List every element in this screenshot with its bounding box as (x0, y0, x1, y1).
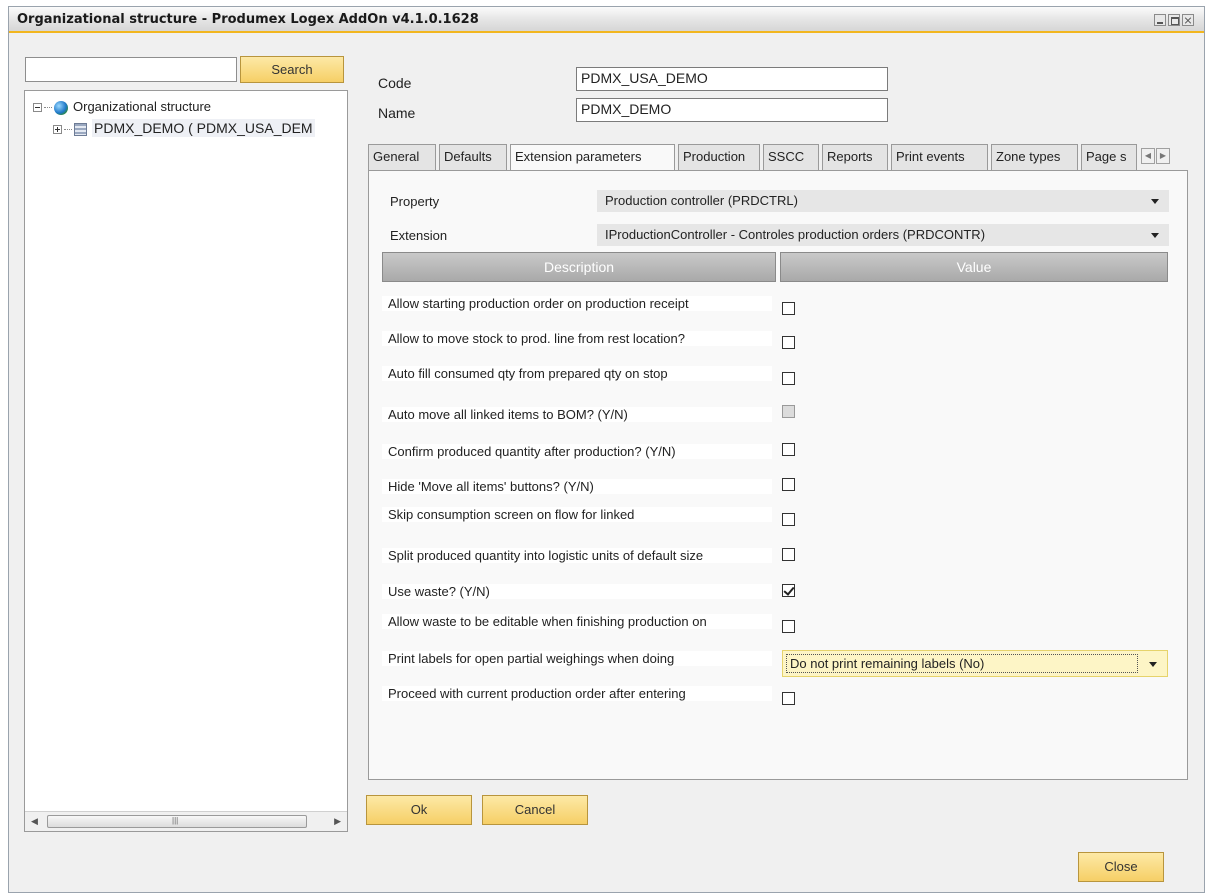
row-checkbox[interactable] (782, 513, 795, 526)
code-label: Code (378, 75, 412, 91)
scroll-right-icon[interactable]: ▶ (334, 816, 341, 827)
title-bar[interactable]: Organizational structure - Produmex Loge… (9, 7, 1204, 33)
extension-label: Extension (390, 228, 448, 243)
ok-button[interactable]: Ok (366, 795, 472, 825)
code-field[interactable]: PDMX_USA_DEMO (576, 67, 888, 91)
tree-child-label: PDMX_DEMO ( PDMX_USA_DEM (92, 119, 315, 137)
close-button[interactable]: Close (1078, 852, 1164, 882)
row-checkbox[interactable] (782, 478, 795, 491)
tree-node-root[interactable]: Organizational structure (33, 99, 211, 115)
close-window-icon[interactable] (1182, 14, 1194, 26)
tab-general[interactable]: General (368, 144, 436, 170)
row-checkbox[interactable] (782, 548, 795, 561)
search-input[interactable] (25, 57, 237, 82)
grip-icon: ||| (172, 816, 179, 825)
property-select[interactable]: Production controller (PRDCTRL) (597, 190, 1169, 212)
name-label: Name (378, 105, 416, 121)
globe-icon (54, 100, 68, 115)
horizontal-scrollbar[interactable]: ◀ ||| ▶ (25, 811, 347, 831)
search-button[interactable]: Search (240, 56, 344, 83)
row-description: Use waste? (Y/N) (382, 584, 772, 599)
row-checkbox[interactable] (782, 692, 795, 705)
tab-reports[interactable]: Reports (822, 144, 888, 170)
tab-extension-parameters[interactable]: Extension parameters (510, 144, 675, 171)
row-checkbox-checked[interactable] (782, 584, 795, 597)
tab-page-settings[interactable]: Page s (1081, 144, 1137, 170)
row-description: Split produced quantity into logistic un… (382, 548, 772, 563)
extension-dropdown-icon[interactable] (1151, 233, 1159, 238)
tab-scroll-right-icon[interactable]: ▶ (1156, 148, 1170, 164)
row-checkbox[interactable] (782, 620, 795, 633)
tab-zone-types[interactable]: Zone types (991, 144, 1078, 170)
row-checkbox-disabled (782, 405, 795, 418)
database-icon (74, 123, 87, 137)
print-labels-value: Do not print remaining labels (No) (786, 654, 1138, 673)
row-checkbox[interactable] (782, 443, 795, 456)
maximize-icon[interactable] (1168, 14, 1180, 26)
row-description: Confirm produced quantity after producti… (382, 444, 772, 459)
collapse-icon[interactable] (33, 103, 42, 113)
scrollbar-thumb[interactable]: ||| (47, 815, 307, 828)
row-description: Skip consumption screen on flow for link… (382, 507, 772, 522)
scroll-left-icon[interactable]: ◀ (31, 816, 38, 827)
row-checkbox[interactable] (782, 302, 795, 315)
row-description: Proceed with current production order af… (382, 686, 772, 701)
grid-header-description[interactable]: Description (382, 252, 776, 282)
property-label: Property (390, 194, 440, 209)
row-description: Allow waste to be editable when finishin… (382, 614, 772, 629)
property-dropdown-icon[interactable] (1151, 199, 1159, 204)
row-checkbox[interactable] (782, 372, 795, 385)
name-field[interactable]: PDMX_DEMO (576, 98, 888, 122)
row-checkbox[interactable] (782, 336, 795, 349)
tab-sscc[interactable]: SSCC (763, 144, 819, 170)
property-value: Production controller (PRDCTRL) (605, 193, 798, 208)
grid-header-value[interactable]: Value (780, 252, 1168, 282)
row-description: Print labels for open partial weighings … (382, 651, 772, 666)
row-description: Allow starting production order on produ… (382, 296, 772, 311)
row-description: Hide 'Move all items' buttons? (Y/N) (382, 479, 772, 494)
org-tree-panel: Organizational structure PDMX_DEMO ( PDM… (24, 90, 348, 832)
tree-root-label: Organizational structure (73, 99, 212, 114)
extension-select[interactable]: IProductionController - Controles produc… (597, 224, 1169, 246)
row-description: Auto fill consumed qty from prepared qty… (382, 366, 772, 381)
extension-value: IProductionController - Controles produc… (605, 227, 986, 242)
tab-print-events[interactable]: Print events (891, 144, 988, 170)
tree-node-child[interactable]: PDMX_DEMO ( PDMX_USA_DEM (53, 119, 315, 137)
tab-production[interactable]: Production (678, 144, 760, 170)
tab-defaults[interactable]: Defaults (439, 144, 507, 170)
minimize-icon[interactable] (1154, 14, 1166, 26)
print-labels-select[interactable]: Do not print remaining labels (No) (782, 650, 1168, 677)
expand-icon[interactable] (53, 125, 62, 135)
print-labels-dropdown-icon[interactable] (1149, 662, 1157, 667)
cancel-button[interactable]: Cancel (482, 795, 588, 825)
tab-scroll-left-icon[interactable]: ◀ (1141, 148, 1155, 164)
row-description: Allow to move stock to prod. line from r… (382, 331, 772, 346)
window-title: Organizational structure - Produmex Loge… (17, 12, 479, 27)
row-description: Auto move all linked items to BOM? (Y/N) (382, 407, 772, 422)
